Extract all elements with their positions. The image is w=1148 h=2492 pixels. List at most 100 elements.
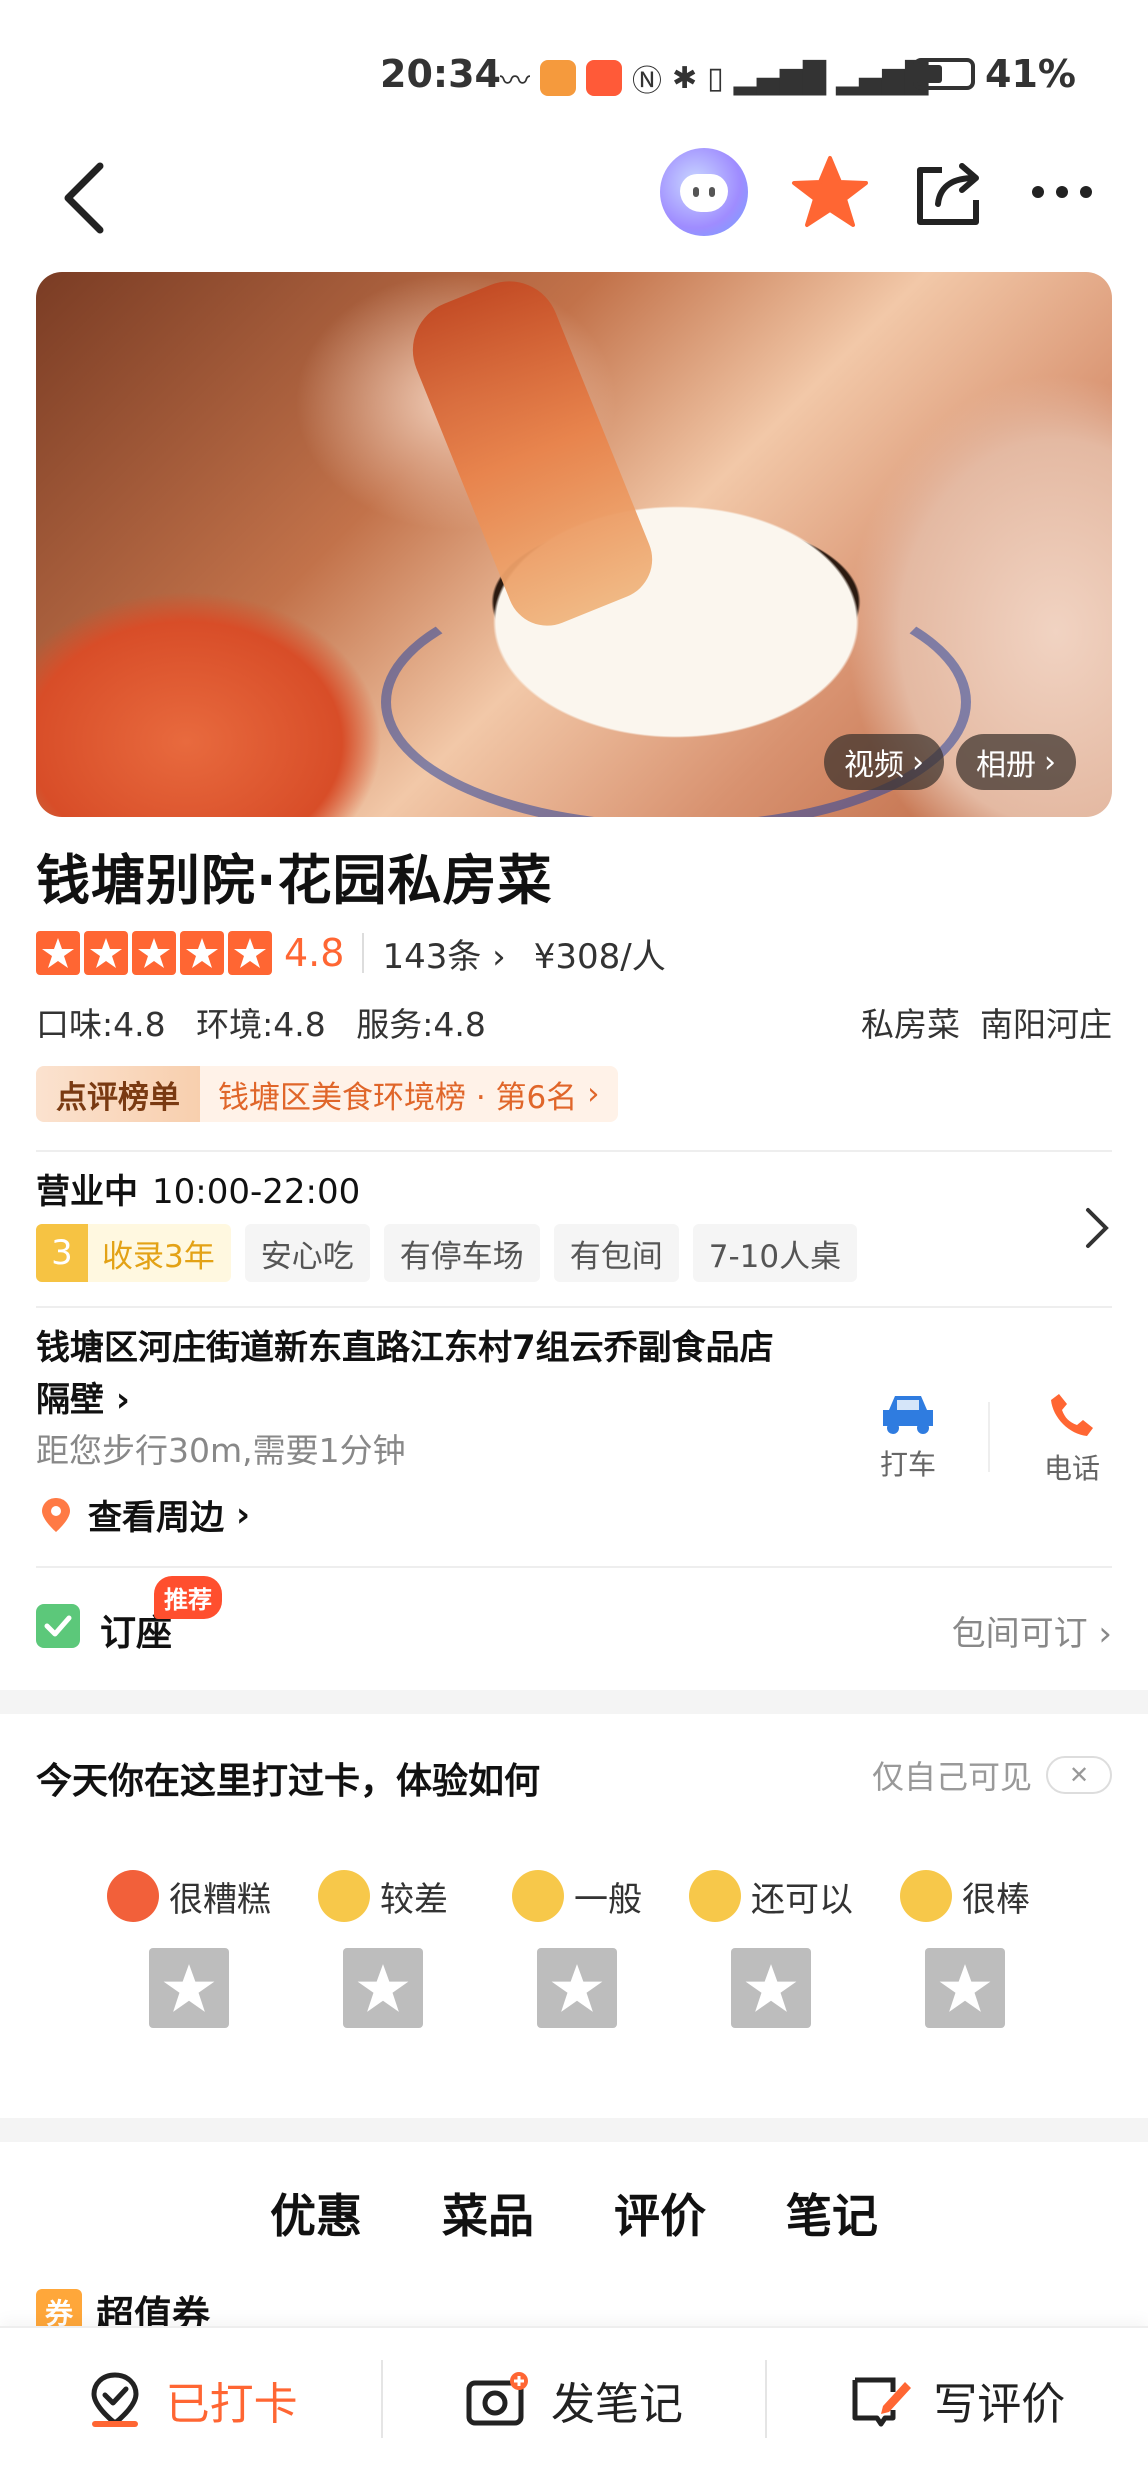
location-pin-icon (42, 1497, 70, 1532)
album-button[interactable]: 相册 › (956, 734, 1076, 790)
app-notification-icon (540, 60, 576, 96)
tab-0[interactable]: 优惠 (270, 2168, 362, 2268)
status-time: 20:34 (380, 52, 501, 96)
service-score: 服务:4.8 (356, 1005, 486, 1044)
share-icon[interactable] (912, 158, 984, 230)
feature-chip: 有停车场 (383, 1224, 540, 1282)
walking-distance: 距您步行30m,需要1分钟 (36, 1431, 406, 1470)
booking-row[interactable]: 订座 推荐 包间可订 › (36, 1576, 1112, 1668)
signal-wave-icon: 〰 (500, 64, 530, 99)
cell-signal-5g-icon: ▂▄▆█ (733, 60, 826, 96)
divider (36, 1150, 1112, 1152)
emoji-face-icon (107, 1870, 159, 1922)
checked-in-button[interactable]: 已打卡 (0, 2328, 381, 2492)
close-icon[interactable]: ✕ (1046, 1756, 1112, 1794)
edit-review-icon (852, 2377, 912, 2427)
view-nearby-link[interactable]: 查看周边 › (36, 1490, 250, 1539)
feature-chip: 7-10人桌 (692, 1224, 858, 1282)
content-tabs: 优惠 菜品 评价 笔记 (0, 2168, 1148, 2268)
recommend-badge: 推荐 (154, 1576, 222, 1619)
more-icon[interactable] (1026, 162, 1098, 222)
car-icon (883, 1396, 933, 1434)
star-icon (537, 1948, 617, 2028)
status-icons: 〰 Ⓝ ✱ ▯ ▂▄▆█ ▂▄▆█ (500, 56, 928, 100)
area-label: 南阳河庄 (980, 1005, 1112, 1044)
tab-1[interactable]: 菜品 (442, 2168, 534, 2268)
avg-price: ¥308/人 (533, 936, 666, 977)
tab-2[interactable]: 评价 (614, 2168, 706, 2268)
write-review-button[interactable]: 写评价 (767, 2328, 1148, 2492)
star-icon (343, 1948, 423, 2028)
post-note-button[interactable]: 发笔记 (383, 2328, 764, 2492)
battery: 41% (913, 52, 1076, 96)
star-icon (36, 931, 80, 975)
star-icon (925, 1948, 1005, 2028)
bottom-action-bar: 已打卡 发笔记 写评价 (0, 2326, 1148, 2492)
chevron-right-icon: › (912, 744, 924, 780)
sub-scores: 口味:4.8 环境:4.8 服务:4.8 (36, 998, 506, 1046)
mood-option[interactable]: 一般 (480, 1866, 674, 2028)
business-hours: 营业中 10:00-22:00 (36, 1164, 360, 1213)
star-icon[interactable] (790, 152, 870, 232)
back-chevron-icon[interactable] (56, 158, 116, 238)
taxi-button[interactable]: 打车 (858, 1390, 958, 1483)
booking-check-icon (36, 1604, 80, 1648)
review-count-link[interactable]: 143条 › (382, 929, 505, 978)
divider (36, 1306, 1112, 1308)
feature-chip: 有包间 (553, 1224, 679, 1282)
ranking-text: 钱塘区美食环境榜 · 第6名 › (200, 1066, 618, 1122)
section-gap (0, 1690, 1148, 1714)
mood-rating: 很糟糕 较差 一般 还可以 很棒 (92, 1866, 1092, 2028)
checkin-icon (91, 2372, 139, 2427)
private-room-link[interactable]: 包间可订 › (952, 1606, 1112, 1655)
mood-label: 很棒 (962, 1879, 1030, 1920)
category-label: 私房菜 (861, 1005, 960, 1044)
emoji-face-icon (512, 1870, 564, 1922)
environment-score: 环境:4.8 (196, 1005, 326, 1044)
star-icon (149, 1948, 229, 2028)
star-icon (84, 931, 128, 975)
vibrate-icon: ▯ (707, 60, 724, 96)
chevron-right-icon[interactable] (1082, 1204, 1112, 1252)
open-status: 营业中 (36, 1172, 138, 1212)
shop-address[interactable]: 钱塘区河庄街道新东直路江东村7组云乔副食品店 隔壁 › (36, 1322, 836, 1426)
phone-icon (1051, 1394, 1093, 1436)
star-icon (180, 931, 224, 975)
visibility-note: 仅自己可见 ✕ (872, 1752, 1112, 1798)
rating-row: 4.8 143条 › ¥308/人 (36, 928, 666, 978)
mood-option[interactable]: 较差 (286, 1866, 480, 2028)
divider (36, 1566, 1112, 1568)
star-icon (731, 1948, 811, 2028)
years-listed-chip: 3 收录3年 (36, 1224, 231, 1282)
shop-photo[interactable]: 视频 › 相册 › (36, 272, 1112, 817)
chevron-right-icon: › (1044, 744, 1056, 780)
star-rating (36, 931, 272, 975)
call-button[interactable]: 电话 (1022, 1390, 1122, 1487)
rating-score: 4.8 (284, 931, 345, 975)
ranking-tag: 点评榜单 (36, 1066, 200, 1122)
mood-label: 较差 (380, 1879, 448, 1920)
emoji-face-icon (900, 1870, 952, 1922)
feature-chips: 3 收录3年 安心吃 有停车场 有包间 7-10人桌 (36, 1224, 858, 1282)
mood-option[interactable]: 还可以 (674, 1866, 868, 2028)
bluetooth-icon: ✱ (672, 60, 698, 96)
video-button[interactable]: 视频 › (824, 734, 944, 790)
mood-label: 还可以 (751, 1879, 853, 1920)
section-gap (0, 2118, 1148, 2142)
taste-score: 口味:4.8 (36, 1005, 166, 1044)
tab-3[interactable]: 笔记 (786, 2168, 878, 2268)
ranking-banner[interactable]: 点评榜单 钱塘区美食环境榜 · 第6名 › (36, 1066, 618, 1122)
status-bar: 20:34 〰 Ⓝ ✱ ▯ ▂▄▆█ ▂▄▆█ 41% (0, 0, 1148, 140)
hours-time: 10:00-22:00 (152, 1172, 361, 1212)
ai-assistant-icon[interactable] (660, 148, 748, 236)
mood-option[interactable]: 很棒 (868, 1866, 1062, 2028)
mood-option[interactable]: 很糟糕 (92, 1866, 286, 2028)
top-nav (0, 140, 1148, 260)
star-icon (228, 931, 272, 975)
nfc-icon: Ⓝ (632, 64, 662, 99)
battery-icon (913, 58, 976, 90)
mood-label: 很糟糕 (169, 1879, 271, 1920)
camera-plus-icon (466, 2372, 528, 2426)
star-icon (132, 931, 176, 975)
shop-name: 钱塘别院·花园私房菜 (36, 849, 553, 912)
